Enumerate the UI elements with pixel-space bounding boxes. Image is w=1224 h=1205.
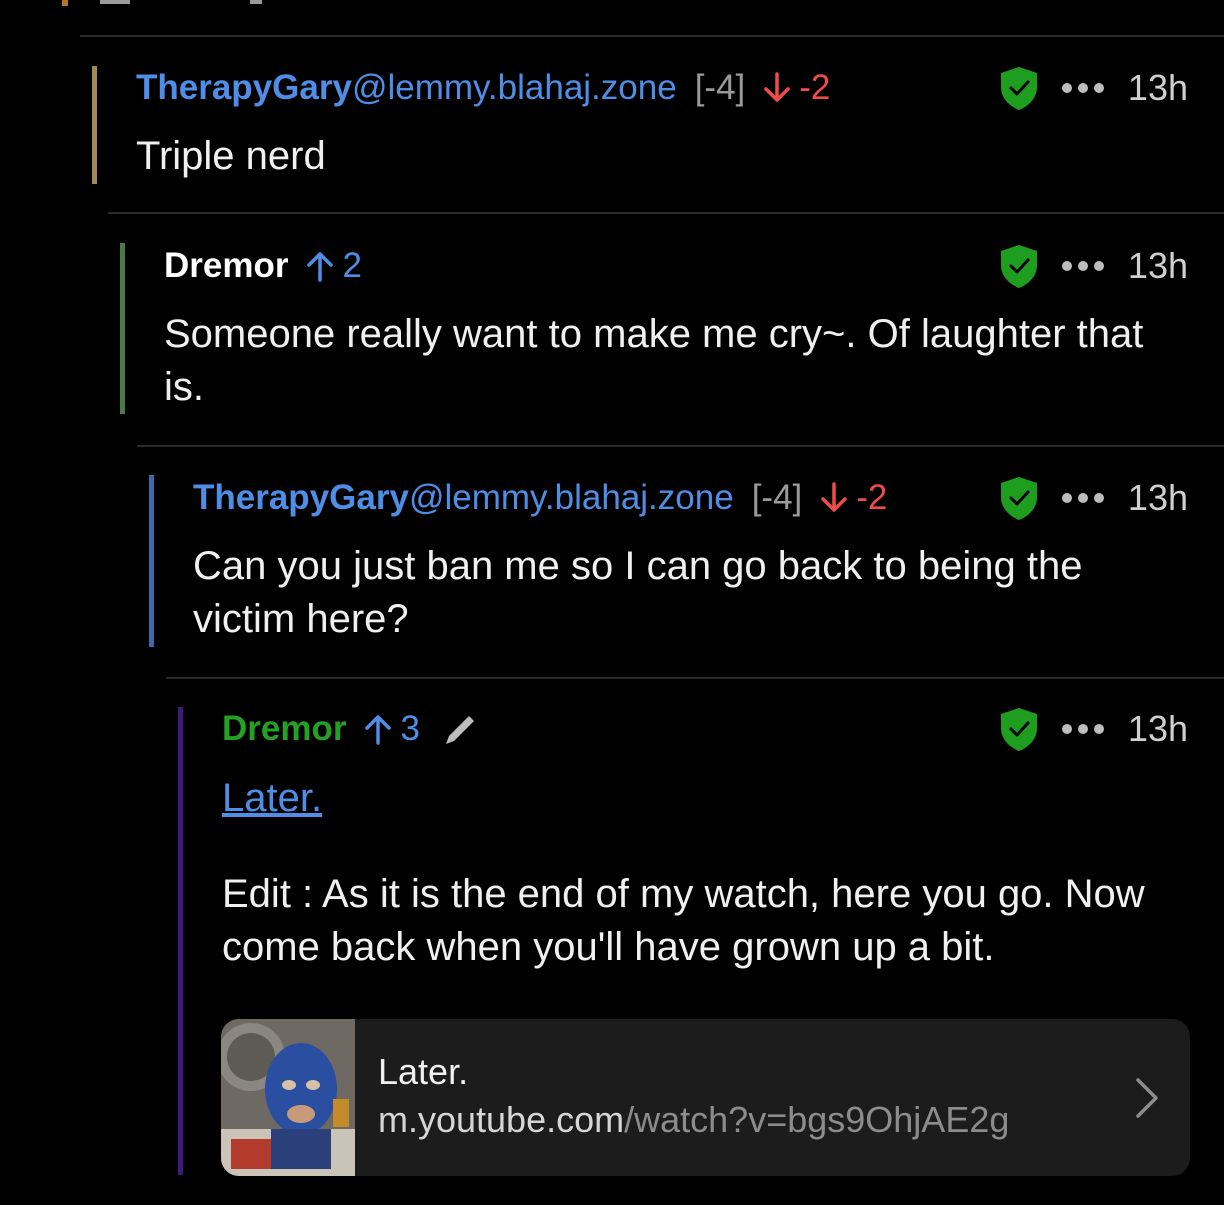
arrow-down-icon [821,482,848,512]
card-url: m.youtube.com/watch?v=bgs9OhjAE2g [378,1099,1010,1140]
more-dots-icon[interactable] [1061,724,1104,734]
comment-meta: 13h [998,244,1188,288]
comment-header: Dremor 2 [164,244,362,288]
pencil-icon [442,710,480,748]
more-dots-icon[interactable] [1061,83,1104,93]
comment-body: Edit : As it is the end of my watch, her… [222,872,1145,969]
author-name[interactable]: TherapyGary@lemmy.blahaj.zone [136,68,677,108]
shield-check-icon [1000,245,1037,288]
video-thumbnail [221,1019,355,1176]
timestamp: 13h [1127,245,1188,286]
comment-header: Dremor 3 [222,707,480,751]
comment-link: Later. [222,772,322,825]
chevron-right-icon [1136,1078,1158,1118]
comment-body: Someone really want to make me cry~. Of … [164,312,1144,409]
thread-bar [120,243,125,414]
later-link[interactable]: Later. [222,776,322,820]
thread-bar [92,66,97,184]
partial-text [100,0,130,4]
author-name[interactable]: Dremor [222,709,346,749]
vote-count[interactable]: -2 [820,478,887,518]
vote-count[interactable]: 3 [364,709,420,749]
comment-body: Can you just ban me so I can go back to … [193,544,1083,641]
timestamp: 13h [1127,708,1188,749]
comment-header: TherapyGary@lemmy.blahaj.zone [-4] -2 [136,66,830,110]
divider [108,212,1224,214]
vote-count[interactable]: 2 [306,246,362,286]
more-dots-icon[interactable] [1061,261,1104,271]
thread-bar [178,707,183,1175]
arrow-up-icon [307,252,334,282]
user-score: [-4] [694,68,746,107]
comment-meta: 13h [998,66,1188,110]
arrow-up-icon [365,715,392,745]
comment-meta: 13h [998,707,1188,751]
author-name[interactable]: TherapyGary@lemmy.blahaj.zone [193,478,734,518]
thread-bar-top [62,0,68,6]
comment-body: Triple nerd [136,134,326,178]
vote-count[interactable]: -2 [763,68,830,108]
comment-header: TherapyGary@lemmy.blahaj.zone [-4] -2 [193,476,887,520]
shield-check-icon [1000,67,1037,110]
timestamp: 13h [1127,477,1188,518]
link-preview-card[interactable]: Later. m.youtube.com/watch?v=bgs9OhjAE2g [221,1019,1190,1176]
divider [137,445,1224,447]
thread-bar [149,475,154,647]
shield-check-icon [1000,477,1037,520]
partial-text [250,0,262,4]
divider [80,35,1224,37]
card-title: Later. [378,1051,469,1092]
comment-meta: 13h [998,476,1188,520]
arrow-down-icon [764,72,791,102]
timestamp: 13h [1127,67,1188,108]
more-dots-icon[interactable] [1061,493,1104,503]
shield-check-icon [1000,708,1037,751]
author-name[interactable]: Dremor [164,246,288,286]
user-score: [-4] [751,478,803,517]
divider [166,677,1224,679]
